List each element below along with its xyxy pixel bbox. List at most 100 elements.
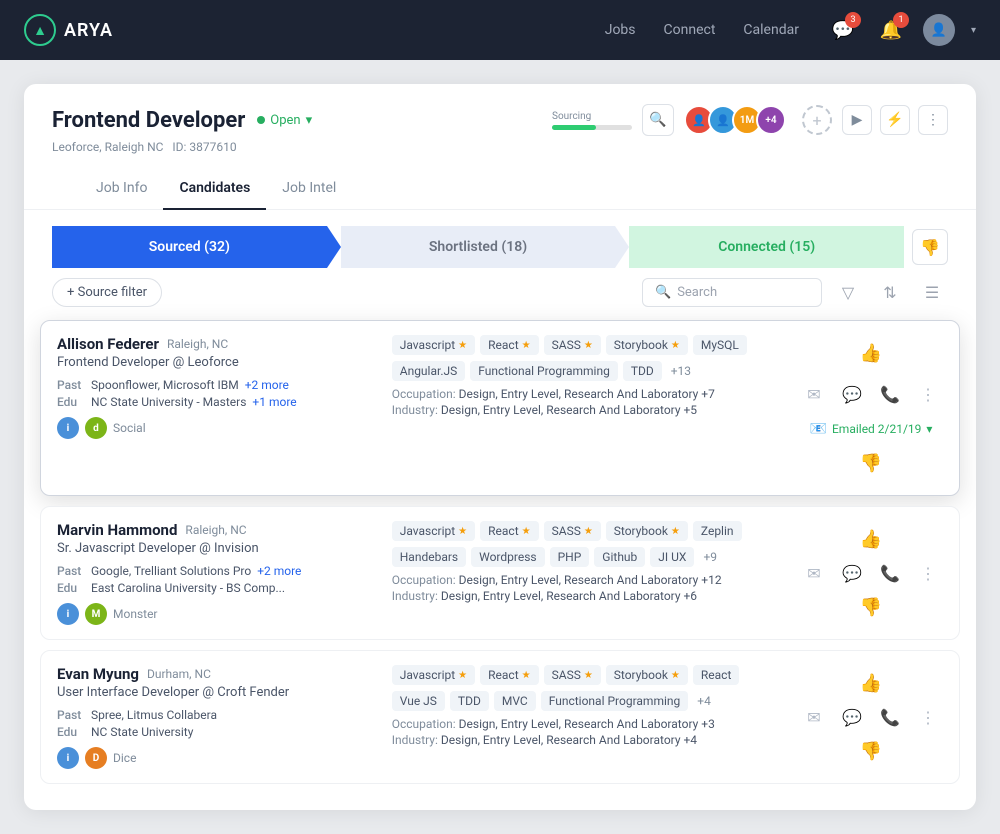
social-icon-2a: i	[57, 603, 79, 625]
list-icon-button[interactable]: ☰	[916, 276, 948, 308]
tag-react-3: React ★	[480, 665, 538, 685]
meta-edu-3: Edu NC State University	[57, 725, 380, 739]
status-dot	[257, 116, 265, 124]
phone-icon-1[interactable]: 📞	[875, 379, 905, 409]
pipeline-sourced[interactable]: Sourced (32)	[52, 226, 327, 268]
tab-candidates[interactable]: Candidates	[163, 168, 266, 210]
candidate-title-1: Frontend Developer @ Leoforce	[57, 355, 380, 370]
pipeline-connected[interactable]: Connected (15)	[629, 226, 904, 268]
dislike-button-3[interactable]: 👎	[853, 733, 889, 769]
candidate-name-row-1: Allison Federer Raleigh, NC	[57, 335, 380, 353]
candidate-right-2: 👍 ✉ 💬 📞 ⋮ 👎	[791, 521, 943, 625]
social-icon-3b: D	[85, 747, 107, 769]
tag-tdd-3: TDD	[450, 691, 489, 711]
candidate-left-3: Evan Myung Durham, NC User Interface Dev…	[57, 665, 380, 769]
nav-icons: 💬 3 🔔 1 👤 ▾	[827, 14, 976, 46]
tags-row-1b: Angular.JS Functional Programming TDD +1…	[392, 361, 779, 381]
candidate-occ-1: Occupation: Design, Entry Level, Researc…	[392, 387, 779, 401]
social-label-3: Dice	[113, 751, 136, 765]
emailed-text-1: Emailed 2/21/19	[832, 422, 921, 436]
job-header: Frontend Developer Open ▾ Sourcing 🔍	[24, 84, 976, 210]
social-row-2: i M Monster	[57, 603, 380, 625]
tab-job-intel[interactable]: Job Intel	[266, 168, 352, 210]
tag-react-2: React ★	[480, 521, 538, 541]
message-icon-2[interactable]: 💬	[837, 558, 867, 588]
phone-icon-2[interactable]: 📞	[875, 558, 905, 588]
job-card: Frontend Developer Open ▾ Sourcing 🔍	[24, 84, 976, 810]
like-button-3[interactable]: 👍	[853, 665, 889, 701]
social-icon-1b: d	[85, 417, 107, 439]
emailed-row-1: 📧 Emailed 2/21/19 ▾	[810, 421, 933, 437]
tag-sass-3: SASS ★	[544, 665, 601, 685]
dislike-button-2[interactable]: 👎	[853, 589, 889, 625]
tags-row-3b: Vue JS TDD MVC Functional Programming +4	[392, 691, 779, 711]
meta-past-3: Past Spree, Litmus Collabera	[57, 708, 380, 722]
chevron-down-icon: ▾	[306, 113, 313, 128]
tag-more-3: +4	[693, 691, 715, 711]
pipeline-shortlisted[interactable]: Shortlisted (18)	[341, 226, 616, 268]
job-title-right: Sourcing 🔍 👤 👤 1M +4 + ▶	[552, 104, 948, 136]
tag-sb-2: Storybook ★	[606, 521, 688, 541]
dislike-button-1[interactable]: 👎	[853, 445, 889, 481]
sourcing-bar-fill	[552, 125, 596, 130]
job-title-left: Frontend Developer Open ▾	[52, 108, 312, 133]
nav-jobs[interactable]: Jobs	[605, 22, 636, 38]
notification-icon-button[interactable]: 🔔 1	[875, 14, 907, 46]
email-icon-2[interactable]: ✉	[799, 558, 829, 588]
candidate-middle-1: Javascript ★ React ★ SASS ★ Storybook ★ …	[392, 335, 779, 481]
logo[interactable]: ▲ ARYA	[24, 14, 113, 46]
candidate-title-2: Sr. Javascript Developer @ Invision	[57, 541, 380, 556]
candidate-name-3: Evan Myung	[57, 665, 139, 683]
candidate-card-1: Allison Federer Raleigh, NC Frontend Dev…	[40, 320, 960, 496]
tag-handebars-2: Handebars	[392, 547, 466, 567]
main-content: Frontend Developer Open ▾ Sourcing 🔍	[0, 60, 1000, 834]
sourcing-search-button[interactable]: 🔍	[642, 104, 674, 136]
candidate-right-3: 👍 ✉ 💬 📞 ⋮ 👎	[791, 665, 943, 769]
user-avatar[interactable]: 👤	[923, 14, 955, 46]
tag-js-3: Javascript ★	[392, 665, 475, 685]
source-filter-button[interactable]: + Source filter	[52, 278, 162, 307]
nav-calendar[interactable]: Calendar	[743, 22, 799, 38]
tag-github-2: Github	[594, 547, 645, 567]
tab-job-info[interactable]: Job Info	[80, 168, 163, 210]
email-icon-1[interactable]: ✉	[799, 379, 829, 409]
pipeline-dislike-button[interactable]: 👎	[912, 229, 948, 265]
like-button-2[interactable]: 👍	[853, 521, 889, 557]
message-icon-1[interactable]: 💬	[837, 379, 867, 409]
header-action-icons: ▶ ⚡ ⋮	[842, 105, 948, 135]
candidate-middle-2: Javascript ★ React ★ SASS ★ Storybook ★ …	[392, 521, 779, 625]
tag-more-1: +13	[667, 361, 695, 381]
emailed-icon-1: 📧	[810, 421, 827, 437]
top-navigation: ▲ ARYA Jobs Connect Calendar 💬 3 🔔 1 👤 ▾	[0, 0, 1000, 60]
more-options-button[interactable]: ⋮	[918, 105, 948, 135]
candidate-search-box[interactable]: 🔍 Search	[642, 278, 822, 307]
chat-icon-button[interactable]: 💬 3	[827, 14, 859, 46]
expand-emailed-icon[interactable]: ▾	[926, 422, 932, 436]
candidate-industry-1: Industry: Design, Entry Level, Research …	[392, 403, 779, 417]
more-icon-2[interactable]: ⋮	[913, 558, 943, 588]
more-icon-1[interactable]: ⋮	[913, 379, 943, 409]
candidate-left-2: Marvin Hammond Raleigh, NC Sr. Javascrip…	[57, 521, 380, 625]
tag-php-2: PHP	[550, 547, 590, 567]
team-avatars: 👤 👤 1M +4	[684, 105, 786, 135]
meta-past-2: Past Google, Trelliant Solutions Pro +2 …	[57, 564, 380, 578]
nav-connect[interactable]: Connect	[664, 22, 716, 38]
candidate-occ-3: Occupation: Design, Entry Level, Researc…	[392, 717, 779, 731]
job-subtitle: Leoforce, Raleigh NC ID: 3877610	[52, 140, 948, 154]
candidate-middle-3: Javascript ★ React ★ SASS ★ Storybook ★ …	[392, 665, 779, 769]
filter-icon-button[interactable]: ▽	[832, 276, 864, 308]
social-label-2: Monster	[113, 607, 158, 621]
tag-more-2: +9	[699, 547, 721, 567]
job-title-row: Frontend Developer Open ▾ Sourcing 🔍	[52, 104, 948, 136]
like-button-1[interactable]: 👍	[853, 335, 889, 371]
job-status-badge[interactable]: Open ▾	[257, 113, 312, 128]
sort-icon-button[interactable]: ⇅	[874, 276, 906, 308]
logo-text: ARYA	[64, 20, 113, 41]
video-icon-button[interactable]: ▶	[842, 105, 872, 135]
social-label-1: Social	[113, 421, 146, 435]
candidate-right-1: 👍 ✉ 💬 📞 ⋮ 📧 Emailed 2/21/19 ▾ 👎	[791, 335, 943, 481]
add-team-member-button[interactable]: +	[802, 105, 832, 135]
tag-angularjs-1: Angular.JS	[392, 361, 466, 381]
lightning-icon-button[interactable]: ⚡	[880, 105, 910, 135]
filter-right: 🔍 Search ▽ ⇅ ☰	[642, 276, 948, 308]
